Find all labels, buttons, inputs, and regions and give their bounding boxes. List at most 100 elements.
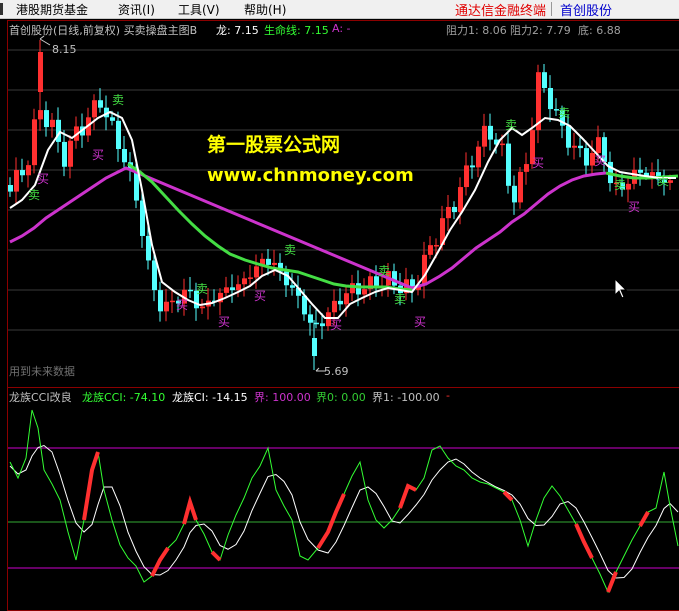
cci-rising-segment [210,550,222,562]
sell-mark: 卖 [394,292,407,306]
candle-up [26,165,31,176]
candle-down [488,125,493,140]
buy-mark: 买 [628,200,641,214]
future-data-note: 用到未来数据 [9,365,75,378]
watermark-title: 第一股票公式网 [207,134,341,156]
candle-down [116,120,121,149]
cci-rising-segment [638,511,650,527]
candle-down [584,148,589,166]
candle-up [248,277,253,279]
sell-mark: 卖 [28,188,41,202]
candle-up [464,165,469,188]
candle-down [578,145,583,149]
buy-mark: 买 [532,156,545,170]
bottom-support-label: 底: 6.88 [578,24,621,37]
sell-mark: 卖 [505,118,518,132]
cci-rising-segment [182,495,198,525]
candle-down [542,72,547,89]
cci-value-label: 龙族CCI: -74.10 [82,391,166,404]
main-chart-title: 首创股份(日线,前复权) 买卖操盘主图B [9,24,198,37]
candle-up [596,137,601,153]
candle-up [92,100,97,118]
lower-bound-label: 界1: -100.00 [372,391,440,404]
upper-bound-label: 界: 100.00 [254,391,311,404]
candle-up [458,187,463,213]
sell-mark: 卖 [614,178,627,192]
candle-down [548,88,553,110]
candle-down [470,165,475,168]
candle-down [338,300,343,305]
ma-line [9,110,676,319]
candle-up [254,266,259,278]
sell-mark: 卖 [558,106,571,120]
buy-mark: 买 [330,318,343,332]
cci-rising-segment [574,523,594,559]
a-value-label: A: - [332,22,351,35]
candle-down [320,323,325,327]
candle-up [332,300,337,313]
buy-mark: 买 [92,148,105,162]
candle-up [518,171,523,203]
candle-up [14,170,19,192]
candle-up [524,164,529,172]
cci-line [9,409,679,594]
candle-up [164,301,169,312]
life-line-value-label: 生命线: 7.15 [264,24,329,37]
sell-mark: 卖 [657,174,670,188]
resistance2-label: 阻力2: 7.79 [510,24,571,37]
buy-mark: 买 [176,298,189,312]
candle-up [50,119,55,128]
candle-down [356,283,361,295]
mouse-cursor-icon [614,277,628,299]
period-low-label: 5.69 [324,365,349,378]
candle-up [362,289,367,295]
candle-up [350,283,355,294]
candle-up [272,262,277,265]
candle-down [506,143,511,186]
candle-down [152,260,157,291]
candle-up [572,145,577,148]
candle-down [44,110,49,128]
candle-down [122,148,127,163]
candle-up [236,284,241,291]
buy-mark: 买 [254,289,267,303]
cci-rising-segment [502,490,514,502]
candle-down [98,100,103,108]
candle-up [650,172,655,176]
buy-mark: 买 [594,154,607,168]
candle-down [8,185,13,192]
candle-up [482,125,487,147]
candle-down [266,258,271,265]
candle-down [20,170,25,176]
candle-up [422,254,427,286]
candle-down [290,285,295,288]
candle-down [638,169,643,173]
candle-up [242,278,247,285]
buy-mark: 买 [218,315,231,329]
cci-rising-segment [606,571,618,593]
candle-up [38,52,43,92]
long-value-label: 龙: 7.15 [216,24,259,37]
ci-value-label: 龙族CI: -14.15 [172,391,248,404]
candle-down [62,141,67,167]
cci-dash-label: - [446,389,450,402]
watermark-url: www.chnmoney.com [207,165,414,186]
candle-down [230,287,235,291]
cci-chart-title: 龙族CCI改良 [9,391,72,404]
kline-chart[interactable] [0,0,679,607]
candle-up [626,183,631,190]
candle-down [512,185,517,203]
candle-down [110,117,115,121]
candle-up [434,245,439,247]
candle-up [428,245,433,255]
sell-mark: 卖 [378,264,391,278]
candle-down [314,322,319,325]
cci-rising-segment [398,483,417,509]
candle-down [188,289,193,292]
cci-rising-segment [316,493,346,550]
resistance1-label: 阻力1: 8.06 [446,24,507,37]
candle-up [224,287,229,293]
candle-up [446,206,451,219]
candle-up [170,300,175,303]
candle-down [158,290,163,312]
